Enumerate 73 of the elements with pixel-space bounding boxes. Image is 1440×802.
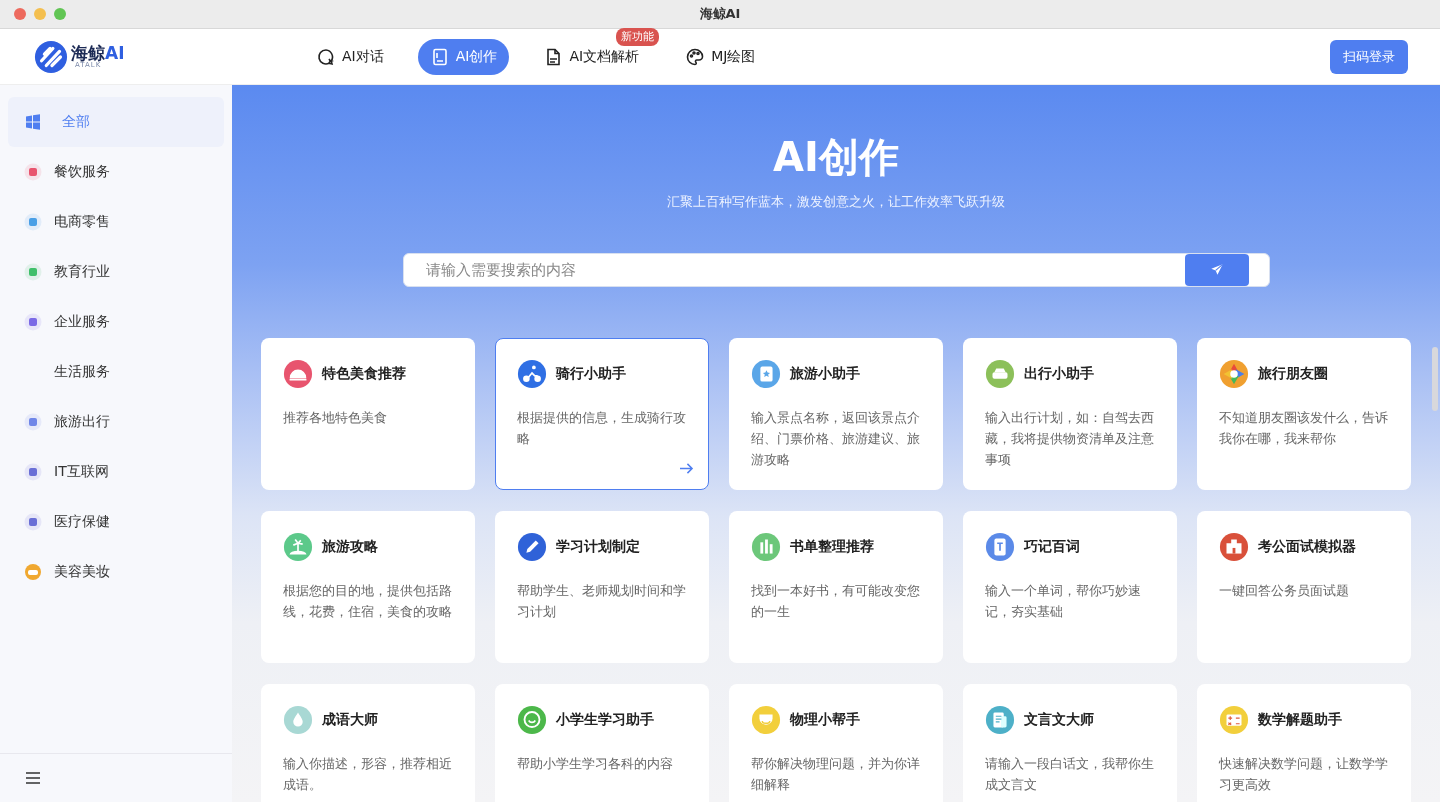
card-description: 一键回答公务员面试题 (1219, 582, 1350, 600)
sidebar-item[interactable]: 教育行业 (8, 247, 224, 297)
card-description: 帮助学生、老师规划时间和学习计划 (517, 582, 687, 621)
assistant-card[interactable]: 考公面试模拟器 一键回答公务员面试题 (1197, 511, 1411, 663)
assistant-card[interactable]: 小学生学习助手 帮助小学生学习各科的内容 (495, 684, 709, 802)
sidebar-item[interactable]: 企业服务 (8, 297, 224, 347)
assistant-card[interactable]: 特色美食推荐 推荐各地特色美食 (261, 338, 475, 490)
card-description: 帮你解决物理问题，并为你详细解释 (751, 755, 921, 794)
card-title: 出行小助手 (1024, 365, 1094, 383)
logo-name: 海鲸AI (71, 44, 125, 62)
card-description: 不知道朋友圈该发什么，告诉我你在哪，我来帮你 (1219, 409, 1389, 448)
card-title: 数学解题助手 (1258, 711, 1342, 729)
send-button[interactable] (1184, 254, 1249, 286)
assistant-card[interactable]: 旅游小助手 输入景点名称，返回该景点介绍、门票价格、旅游建议、旅游攻略 (729, 338, 943, 490)
arrow-right-icon[interactable] (679, 462, 694, 475)
card-title: 巧记百词 (1024, 538, 1080, 556)
card-description: 快速解决数学问题，让数学学习更高效 (1219, 755, 1389, 794)
assistant-card[interactable]: 数学解题助手 快速解决数学问题，让数学学习更高效 (1197, 684, 1411, 802)
card-description: 找到一本好书，有可能改变您的一生 (751, 582, 921, 621)
card-title: 特色美食推荐 (322, 365, 406, 383)
page-subtitle: 汇聚上百种写作蓝本，激发创意之火，让工作效率飞跃升级 (667, 193, 1005, 211)
chat-icon (316, 46, 336, 67)
card-title: 旅游小助手 (790, 365, 860, 383)
assistant-card[interactable]: 旅游攻略 根据您的目的地，提供包括路线，花费，住宿，美食的攻略 (261, 511, 475, 663)
window-title: 海鲸AI (699, 5, 741, 23)
assistant-card[interactable]: 学习计划制定 帮助学生、老师规划时间和学习计划 (495, 511, 709, 663)
sidebar-item[interactable]: 电商零售 (8, 197, 224, 247)
assistant-card[interactable]: 巧记百词 输入一个单词，帮你巧妙速记，夯实基础 (963, 511, 1177, 663)
card-title: 旅行朋友圈 (1258, 365, 1328, 383)
card-title: 书单整理推荐 (790, 538, 874, 556)
card-title: 物理小帮手 (790, 711, 860, 729)
card-description: 帮助小学生学习各科的内容 (517, 755, 674, 773)
palette-icon (685, 46, 706, 67)
assistant-card[interactable]: 骑行小助手 根据提供的信息，生成骑行攻略 (495, 338, 709, 490)
assistant-card[interactable]: 旅行朋友圈 不知道朋友圈该发什么，告诉我你在哪，我来帮你 (1197, 338, 1411, 490)
card-description: 请输入一段白话文，我帮你生成文言文 (985, 755, 1155, 794)
assistant-card[interactable]: 文言文大师 请输入一段白话文，我帮你生成文言文 (963, 684, 1177, 802)
assistant-card[interactable]: 书单整理推荐 找到一本好书，有可能改变您的一生 (729, 511, 943, 663)
sidebar-item[interactable]: 餐饮服务 (8, 147, 224, 197)
card-title: 学习计划制定 (556, 538, 640, 556)
card-title: 成语大师 (322, 711, 378, 729)
card-description: 输入出行计划，如：自驾去西藏，我将提供物资清单及注意事项 (985, 409, 1155, 469)
menu-icon[interactable] (25, 771, 41, 785)
sidebar-item[interactable]: 生活服务 (8, 347, 224, 397)
card-title: 小学生学习助手 (556, 711, 654, 729)
login-button[interactable]: 扫码登录 (1330, 39, 1408, 74)
card-description: 根据提供的信息，生成骑行攻略 (517, 409, 687, 448)
whale-logo-icon (34, 39, 68, 74)
sidebar-item[interactable]: IT互联网 (8, 447, 224, 497)
page-title: AI创作 (773, 133, 899, 181)
assistant-card[interactable]: 物理小帮手 帮你解决物理问题，并为你详细解释 (729, 684, 943, 802)
nav-tab[interactable]: AI创作 (417, 38, 510, 75)
assistant-card[interactable]: 出行小助手 输入出行计划，如：自驾去西藏，我将提供物资清单及注意事项 (963, 338, 1177, 490)
card-description: 推荐各地特色美食 (283, 409, 388, 427)
nav-tab[interactable]: AI对话 (304, 38, 396, 75)
card-title: 骑行小助手 (556, 365, 626, 383)
card-description: 根据您的目的地，提供包括路线，花费，住宿，美食的攻略 (283, 582, 453, 621)
card-description: 输入一个单词，帮你巧妙速记，夯实基础 (985, 582, 1142, 621)
sidebar-item[interactable]: 医疗保健 (8, 497, 224, 547)
sidebar-item[interactable]: 全部 (8, 97, 224, 147)
search-field[interactable]: 请输入需要搜索的内容 (402, 253, 1270, 287)
card-title: 旅游攻略 (322, 538, 378, 556)
assistant-card[interactable]: 成语大师 输入你描述，形容，推荐相近成语。 (261, 684, 475, 802)
card-title: 文言文大师 (1024, 711, 1094, 729)
search-input[interactable]: 请输入需要搜索的内容 (423, 260, 1185, 280)
send-icon (1209, 263, 1224, 277)
close-window-button[interactable] (14, 8, 26, 20)
card-description: 输入景点名称，返回该景点介绍、门票价格、旅游建议、旅游攻略 (751, 409, 921, 469)
sidebar-item[interactable]: 旅游出行 (8, 397, 224, 447)
card-description: 输入你描述，形容，推荐相近成语。 (283, 755, 453, 794)
nav-tab[interactable]: MJ绘图 (673, 38, 768, 75)
card-title: 考公面试模拟器 (1258, 538, 1356, 556)
sidebar-item[interactable]: 美容美妆 (8, 547, 224, 597)
